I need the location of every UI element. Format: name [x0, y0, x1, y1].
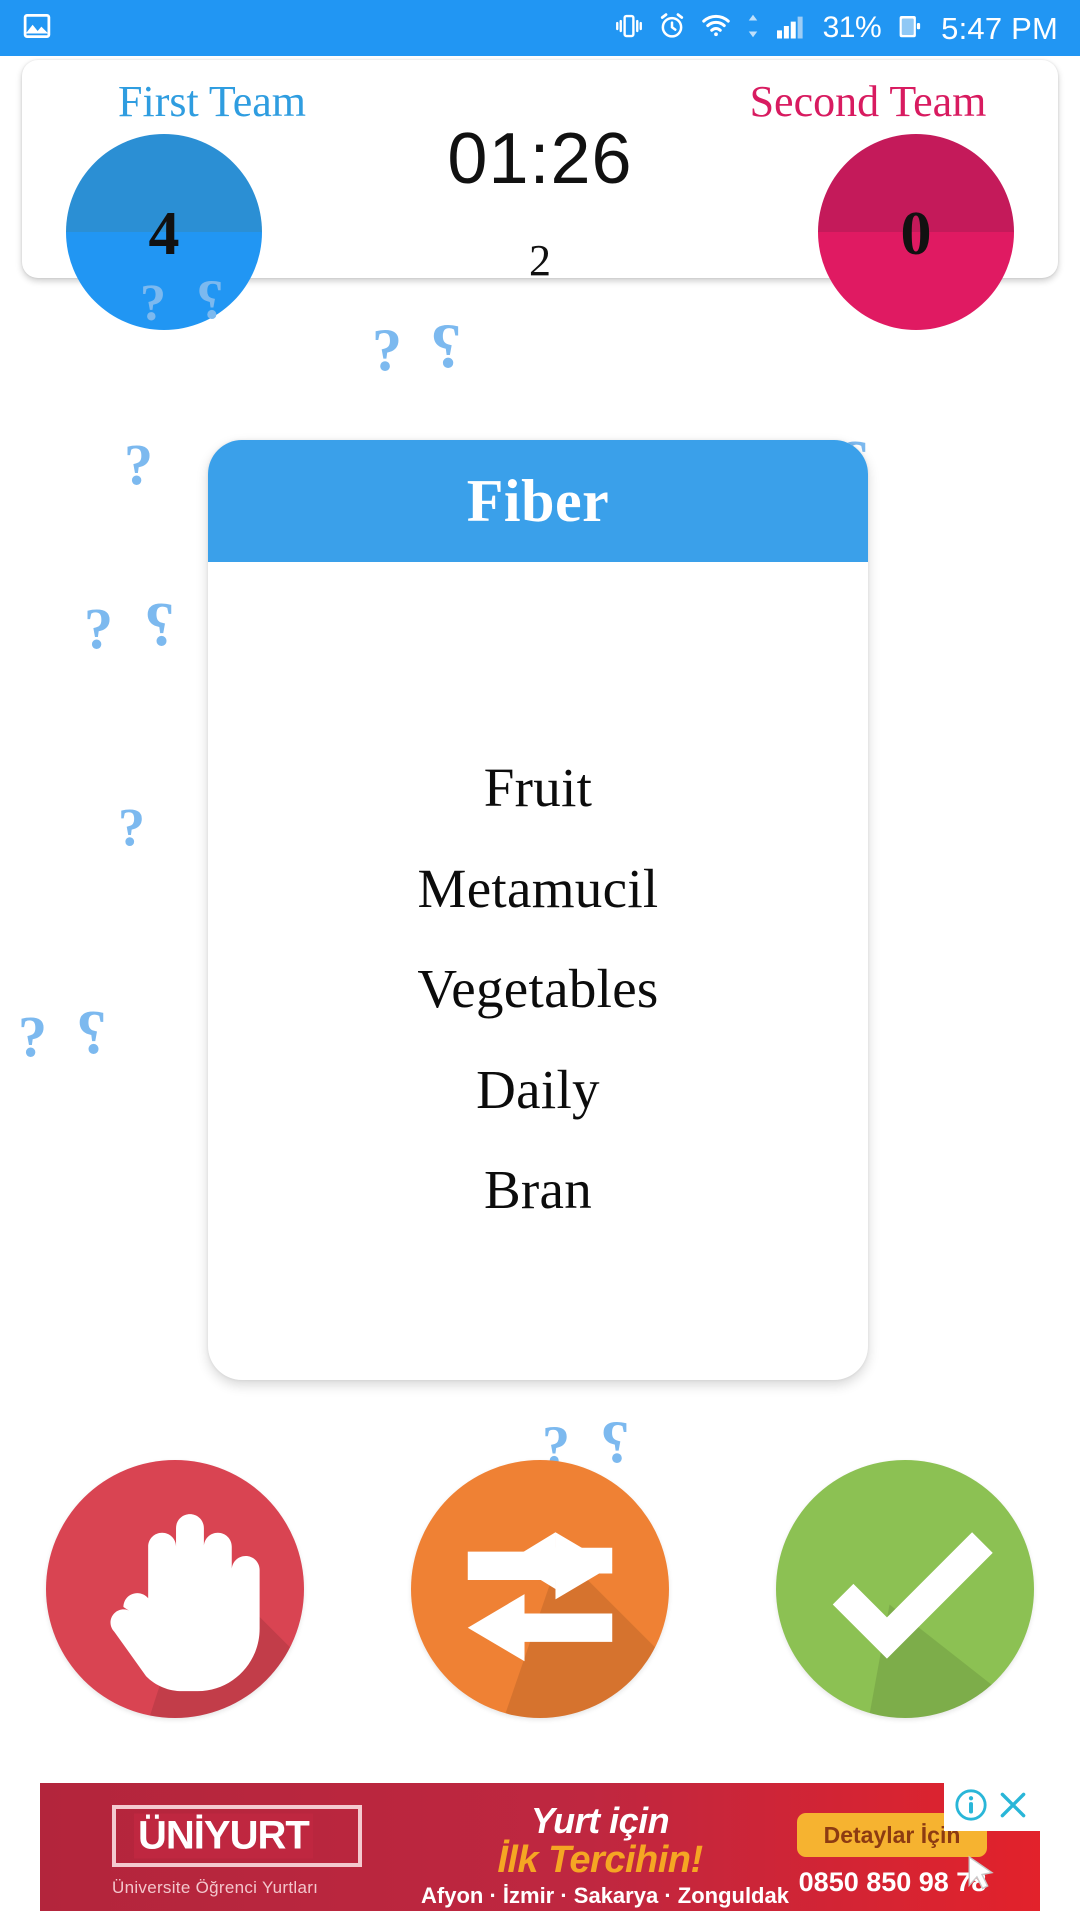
- scoreboard-card: First Team 4 01:26 2 Second Team 0: [22, 60, 1058, 330]
- check-icon: [832, 1532, 1034, 1718]
- pass-button[interactable]: [411, 1460, 669, 1718]
- round-number: 2: [529, 236, 551, 285]
- taboo-word: Vegetables: [417, 958, 659, 1019]
- question-mark-decoration: ?: [430, 310, 462, 381]
- ad-cities-label: Afyon · İzmir · Sakarya · Zonguldak: [421, 1883, 789, 1908]
- swap-arrows-icon: [467, 1532, 669, 1718]
- question-mark-decoration: ?: [76, 999, 107, 1067]
- correct-button[interactable]: [776, 1460, 1034, 1718]
- first-team-score: 4: [148, 199, 180, 268]
- status-bar-right: 31% 5:47 PM: [614, 11, 1058, 46]
- question-mark-decoration: ?: [124, 432, 153, 497]
- ad-headline-line2: İlk Tercihin!: [497, 1839, 703, 1881]
- cursor-icon: [965, 1855, 999, 1898]
- question-mark-decoration: ?: [196, 269, 224, 331]
- question-mark-decoration: ?: [84, 596, 113, 661]
- ad-headline-line1: Yurt için: [530, 1800, 670, 1841]
- action-button-bar: [0, 1460, 1080, 1760]
- close-icon[interactable]: [996, 1788, 1030, 1827]
- taboo-word: Daily: [476, 1058, 600, 1120]
- word-card-header: Fiber: [208, 440, 868, 562]
- question-mark-decoration: ?: [140, 275, 166, 332]
- taboo-stop-button[interactable]: [46, 1460, 304, 1718]
- clock-label: 5:47 PM: [941, 10, 1058, 46]
- question-mark-decoration: ?: [18, 1004, 47, 1069]
- secret-word: Fiber: [466, 467, 610, 534]
- wifi-icon: [700, 11, 732, 46]
- first-team-label: First Team: [118, 77, 306, 126]
- second-team-label: Second Team: [749, 77, 987, 126]
- hand-icon: [110, 1514, 304, 1718]
- ad-logo-frame: ÜNİYURT: [112, 1805, 362, 1867]
- question-mark-decoration: ?: [372, 317, 402, 383]
- word-card: Fiber Fruit Metamucil Vegetables Daily Bran: [208, 440, 868, 1380]
- taboo-word: Metamucil: [417, 857, 659, 919]
- taboo-word: Fruit: [483, 757, 593, 818]
- status-bar: 31% 5:47 PM: [0, 0, 1080, 56]
- taboo-word: Bran: [483, 1159, 593, 1220]
- question-mark-decoration: ?: [144, 591, 175, 659]
- battery-percent-label: 31%: [822, 11, 882, 44]
- second-team-score-circle[interactable]: 0: [818, 134, 1014, 330]
- signal-icon: [774, 11, 810, 46]
- ad-brand-name: ÜNİYURT: [134, 1813, 313, 1859]
- question-mark-decoration: ?: [118, 797, 145, 857]
- status-bar-left: [22, 11, 52, 46]
- app-screen: 31% 5:47 PM First Team 4 01:26 2 Second …: [0, 0, 1080, 1920]
- taboo-word-list: Fruit Metamucil Vegetables Daily Bran: [208, 562, 868, 1380]
- info-icon[interactable]: [954, 1788, 988, 1827]
- second-team-score: 0: [900, 199, 932, 268]
- battery-icon: [894, 11, 924, 46]
- gallery-icon: [22, 11, 52, 46]
- adchoices-bar: [944, 1783, 1040, 1831]
- round-timer: 01:26: [447, 119, 633, 199]
- vibrate-icon: [614, 11, 644, 46]
- ad-banner[interactable]: ÜNİYURT Üniversite Öğrenci Yurtları Yurt…: [40, 1783, 1040, 1911]
- data-transfer-icon: [745, 11, 761, 46]
- alarm-icon: [657, 11, 687, 46]
